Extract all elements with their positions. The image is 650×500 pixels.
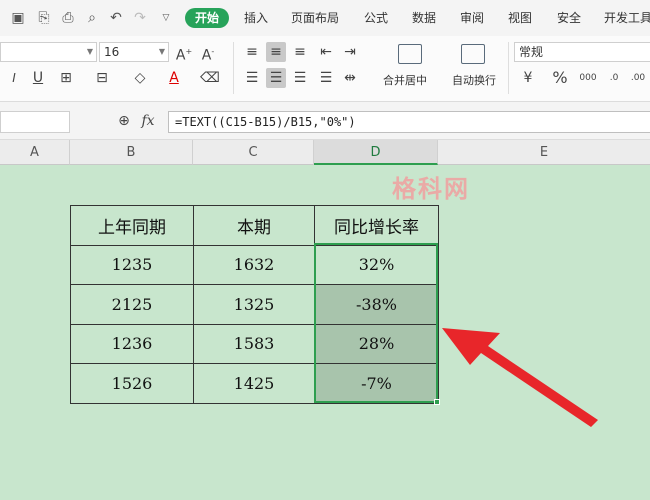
- number-format-select[interactable]: 常规: [514, 42, 650, 62]
- annotation-arrow: [442, 328, 598, 427]
- undo-icon[interactable]: ↶: [108, 10, 124, 26]
- indent-decrease-icon[interactable]: ⇤: [316, 42, 336, 62]
- tab-developer[interactable]: 开发工具: [604, 10, 650, 26]
- print-preview-icon[interactable]: ⌕: [84, 10, 100, 26]
- menu-bar: ▣ ⎘ ⎙ ⌕ ↶ ↷ ▽ 开始 插入 页面布局 公式 数据 审阅 视图 安全 …: [0, 0, 650, 36]
- wrap-text-button[interactable]: 自动换行: [452, 72, 496, 88]
- arrow-shape: [442, 328, 598, 427]
- align-center-icon[interactable]: ☰: [266, 68, 286, 88]
- column-header-c[interactable]: C: [193, 140, 314, 165]
- tab-page-layout[interactable]: 页面布局: [291, 10, 339, 26]
- tab-review[interactable]: 审阅: [460, 10, 484, 26]
- merge-center-button[interactable]: 合并居中: [383, 72, 427, 88]
- print-icon[interactable]: ⎙: [60, 10, 76, 26]
- name-box[interactable]: [0, 111, 70, 133]
- column-header-b[interactable]: B: [70, 140, 193, 165]
- increase-font-icon[interactable]: A+: [174, 42, 194, 64]
- divider: [233, 42, 234, 94]
- format-painter-icon[interactable]: ⎘: [36, 10, 52, 26]
- chevron-down-icon[interactable]: ▽: [158, 10, 174, 26]
- formula-bar: ⊕ fx =TEXT((C15-B15)/B15,"0%"): [0, 102, 650, 140]
- save-icon[interactable]: ▣: [10, 10, 26, 26]
- decrease-font-icon[interactable]: A-: [198, 42, 218, 64]
- tab-security[interactable]: 安全: [557, 10, 581, 26]
- distributed-icon[interactable]: ⇹: [340, 68, 360, 88]
- align-middle-icon[interactable]: ≡: [266, 42, 286, 62]
- tab-insert[interactable]: 插入: [244, 10, 268, 26]
- sheet-grid[interactable]: 格科网 上年同期 本期 同比增长率 1235 1632 32% 2125 132…: [0, 165, 650, 500]
- tab-view[interactable]: 视图: [508, 10, 532, 26]
- indent-increase-icon[interactable]: ⇥: [340, 42, 360, 62]
- fill-style-icon[interactable]: ⊟: [92, 68, 112, 88]
- justify-icon[interactable]: ☰: [316, 68, 336, 88]
- chevron-down-icon: ▼: [86, 47, 93, 56]
- align-right-icon[interactable]: ☰: [290, 68, 310, 88]
- merge-center-icon[interactable]: [398, 44, 422, 64]
- align-bottom-icon[interactable]: ≡: [290, 42, 310, 62]
- divider: [508, 42, 509, 94]
- increase-decimal-icon[interactable]: .0: [604, 68, 624, 88]
- decrease-decimal-icon[interactable]: .00: [628, 68, 648, 88]
- column-header-e[interactable]: E: [438, 140, 650, 165]
- align-left-icon[interactable]: ☰: [242, 68, 262, 88]
- redo-icon[interactable]: ↷: [132, 10, 148, 26]
- currency-icon[interactable]: ¥: [518, 68, 538, 88]
- font-size-select[interactable]: 16 ▼: [99, 42, 169, 62]
- font-size-value: 16: [104, 45, 120, 59]
- number-format-value: 常规: [519, 45, 544, 59]
- zoom-function-icon[interactable]: ⊕: [114, 111, 134, 131]
- eraser-icon[interactable]: ⌫: [200, 68, 220, 88]
- italic-icon[interactable]: I: [4, 68, 24, 88]
- thousands-separator-icon[interactable]: 000: [578, 68, 598, 88]
- fill-color-icon[interactable]: ◇: [130, 68, 150, 88]
- column-header-d[interactable]: D: [314, 140, 438, 165]
- column-header-a[interactable]: A: [0, 140, 70, 165]
- ribbon: ▼ 16 ▼ A+ A- I U ⊞ ⊟ ◇ A ⌫ ≡ ≡ ≡ ⇤ ⇥ ☰ ☰ …: [0, 36, 650, 102]
- align-top-icon[interactable]: ≡: [242, 42, 262, 62]
- fx-button[interactable]: fx: [138, 111, 158, 131]
- tab-home[interactable]: 开始: [185, 8, 230, 28]
- formula-input[interactable]: =TEXT((C15-B15)/B15,"0%"): [168, 111, 650, 133]
- wrap-text-icon[interactable]: [461, 44, 485, 64]
- percent-icon[interactable]: %: [550, 68, 570, 88]
- chevron-down-icon: ▼: [158, 47, 165, 56]
- font-color-icon[interactable]: A: [164, 68, 184, 88]
- tab-data[interactable]: 数据: [412, 10, 436, 26]
- underline-icon[interactable]: U: [28, 68, 48, 88]
- borders-icon[interactable]: ⊞: [56, 68, 76, 88]
- font-name-select[interactable]: ▼: [0, 42, 97, 62]
- tab-formulas[interactable]: 公式: [364, 10, 388, 26]
